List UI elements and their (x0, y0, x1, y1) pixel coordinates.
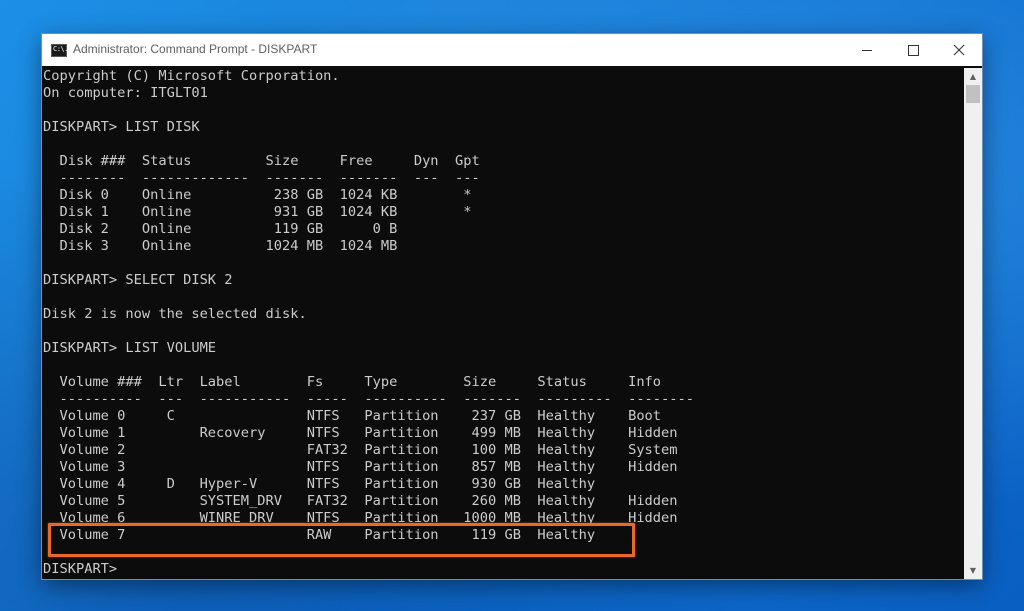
console-line: Volume 1 Recovery NTFS Partition 499 MB … (43, 425, 678, 441)
console-line: Volume ### Ltr Label Fs Type Size Status… (43, 374, 662, 390)
window-title: Administrator: Command Prompt - DISKPART (73, 42, 318, 56)
console-line: On computer: ITGLT01 (43, 85, 208, 101)
console-line: DISKPART> LIST VOLUME (43, 340, 217, 356)
console-line: Volume 5 SYSTEM_DRV FAT32 Partition 260 … (43, 493, 678, 509)
minimize-button[interactable] (844, 34, 890, 66)
maximize-button[interactable] (890, 34, 936, 66)
console-line: -------- ------------- ------- ------- -… (43, 170, 480, 186)
cmd-app-icon[interactable]: C:\. (51, 44, 68, 57)
console-line: Volume 3 NTFS Partition 857 MB Healthy H… (43, 459, 678, 475)
console-line: Volume 4 D Hyper-V NTFS Partition 930 GB… (43, 476, 596, 492)
console-output[interactable]: Copyright (C) Microsoft Corporation. On c… (42, 68, 964, 579)
console-line: Disk 2 Online 119 GB 0 B (43, 221, 398, 237)
console-line: Disk 3 Online 1024 MB 1024 MB (43, 238, 398, 254)
console-line: Disk 0 Online 238 GB 1024 KB * (43, 187, 472, 203)
console-line: DISKPART> LIST DISK (43, 119, 200, 135)
cmd-app-icon-label: C:\. (53, 45, 68, 53)
scroll-up-arrow-icon[interactable]: ▲ (964, 68, 982, 85)
console-line: Disk 2 is now the selected disk. (43, 306, 307, 322)
console-line: Volume 0 C NTFS Partition 237 GB Healthy… (43, 408, 662, 424)
console-line: Volume 2 FAT32 Partition 100 MB Healthy … (43, 442, 678, 458)
volume-7-highlight (48, 523, 635, 557)
console-line: DISKPART> (43, 561, 118, 577)
title-bar[interactable]: C:\. Administrator: Command Prompt - DIS… (42, 34, 982, 66)
scroll-down-arrow-icon[interactable]: ▼ (964, 562, 982, 579)
scroll-thumb[interactable] (966, 85, 980, 103)
console-line: DISKPART> SELECT DISK 2 (43, 272, 233, 288)
command-prompt-window: C:\. Administrator: Command Prompt - DIS… (42, 34, 982, 579)
console-line: Disk 1 Online 931 GB 1024 KB * (43, 204, 472, 220)
console-line: ---------- --- ----------- ----- -------… (43, 391, 695, 407)
vertical-scrollbar[interactable]: ▲ ▼ (964, 68, 982, 579)
close-icon (953, 44, 965, 56)
console-line: Copyright (C) Microsoft Corporation. (43, 68, 340, 84)
minimize-icon (862, 50, 872, 51)
close-button[interactable] (936, 34, 982, 66)
maximize-icon (908, 45, 919, 56)
console-line: Disk ### Status Size Free Dyn Gpt (43, 153, 480, 169)
